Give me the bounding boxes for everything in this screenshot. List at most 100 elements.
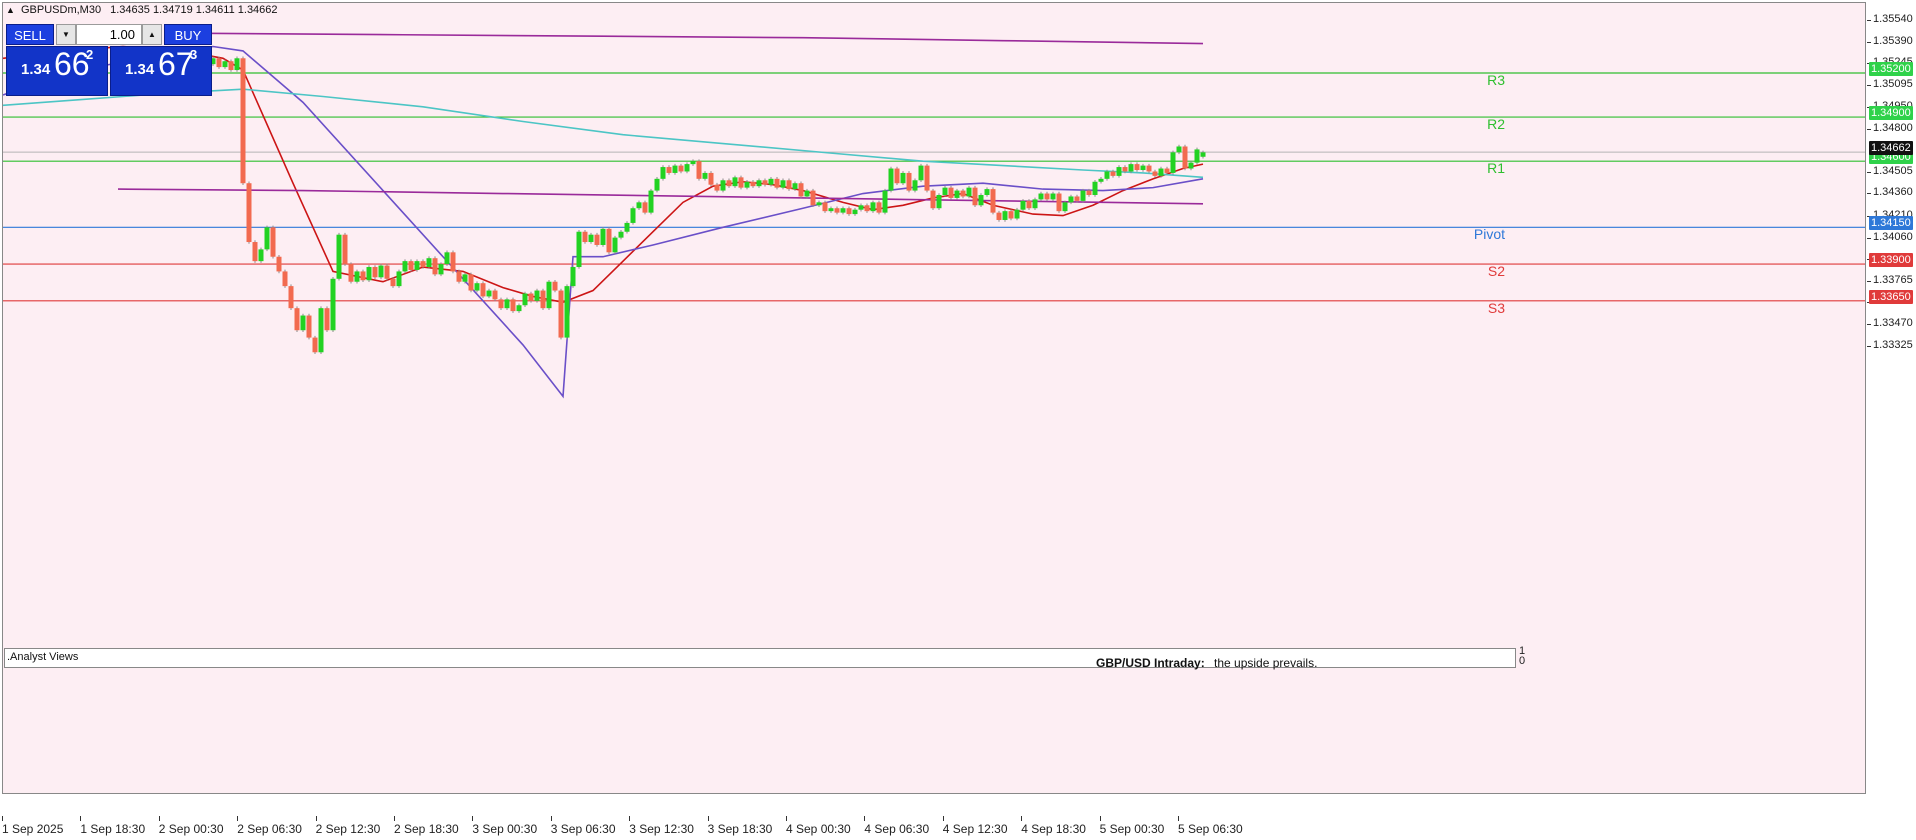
candle-body [882,190,888,213]
level-label-s2: S2 [1487,263,1505,280]
sell-quote[interactable]: 1.34 66 2 [6,46,108,96]
candle-body [930,190,936,209]
candle-body [1050,193,1056,200]
analyst-headline: GBP/USD Intraday: the upside prevails. [1096,656,1317,670]
candle-body [1008,211,1014,219]
ohlc-values: 1.34635 1.34719 1.34611 1.34662 [110,4,278,16]
chart-area[interactable] [2,2,1866,794]
candle-body [366,267,372,281]
candle-body [480,283,486,297]
candle-body [222,61,228,68]
candle-body [852,209,858,215]
candle-body [288,286,294,309]
candle-body [804,190,810,197]
candle-body [294,308,300,331]
level-price-box-r2: 1.34900 [1869,106,1913,121]
candle-body [570,267,576,287]
candle-body [1002,211,1008,220]
level-label-pivot: Pivot [1473,226,1505,243]
lot-increase-icon[interactable]: ▲ [142,24,162,45]
candle-body [642,202,648,213]
candle-body [966,187,972,197]
candle-body [672,165,678,173]
candle-body [990,189,996,213]
candle-body [696,161,702,179]
candle-body [228,61,234,71]
level-price-box-r3: 1.35200 [1869,61,1913,76]
candle-body [342,234,348,265]
candle-body [1104,171,1110,179]
candle-body [690,161,696,165]
candle-body [912,180,918,191]
sell-quote-fraction: 2 [86,47,94,62]
candle-body [384,265,390,279]
candle-body [354,271,360,282]
time-tick-label: 3 Sep 12:30 [629,816,694,836]
candle-body [276,256,282,272]
price-tick-label: 1.35390 [1867,35,1913,48]
candle-body [708,172,714,185]
price-tick-label: 1.33325 [1867,338,1913,351]
candle-body [918,165,924,181]
time-tick-label: 4 Sep 00:30 [786,816,851,836]
price-tick-label: 1.34360 [1867,186,1913,199]
candle-body [954,190,960,198]
candle-body [792,183,798,190]
candle-body [1080,190,1086,201]
candle-body [648,190,654,213]
candle-body [786,180,792,190]
candle-body [894,168,900,184]
candle-body [726,180,732,187]
candle-body [798,183,804,197]
candle-body [744,181,750,188]
lot-decrease-icon[interactable]: ▼ [56,24,76,45]
candle-body [774,178,780,188]
time-tick-label: 3 Sep 00:30 [472,816,538,836]
analyst-headline-title: GBP/USD Intraday: [1096,656,1205,670]
candle-body [834,208,840,213]
sell-quote-prefix: 1.34 [21,61,51,78]
candle-body [336,234,342,279]
candle-body [258,249,264,262]
price-tick-label: 1.35540 [1867,13,1913,25]
candle-body [1092,181,1098,195]
candle-body [630,208,636,223]
candle-body [576,231,582,268]
candle-body [1110,171,1116,176]
time-axis[interactable]: 1 Sep 2025 1 Sep 18:30 2 Sep 00:30 2 Sep 06… [0,796,1866,840]
candle-body [984,189,990,195]
time-tick-label: 4 Sep 12:30 [942,816,1008,836]
candle-body [876,202,882,213]
candle-body [564,286,570,338]
candle-body [660,167,666,179]
candle-body [1068,196,1074,203]
time-tick-label: 2 Sep 12:30 [315,816,381,836]
candle-body [1194,149,1200,163]
candle-body [1116,167,1122,176]
candle-body [768,178,774,185]
lot-size-input[interactable] [76,24,142,45]
candle-body [840,208,846,213]
buy-button[interactable]: BUY [164,24,212,45]
price-tick-label: 1.34060 [1867,230,1913,243]
moving-average-line [3,45,1204,399]
candle-body [714,184,720,191]
sell-quote-pips: 66 [54,46,90,82]
candle-body [330,278,336,331]
time-tick-label: 5 Sep 00:30 [1099,816,1165,836]
candle-body [438,264,444,275]
candle-body [324,308,330,331]
level-price-box-s3: 1.33650 [1869,289,1913,304]
time-tick-label: 1 Sep 2025 [2,816,64,836]
candle-body [816,202,822,206]
level-price-box-pivot: 1.34150 [1869,216,1913,231]
level-label-r2: R2 [1487,116,1505,133]
candle-body [924,165,930,191]
price-axis[interactable]: 1.355401.353901.352451.350951.349501.348… [1867,0,1916,840]
sell-button[interactable]: SELL [6,24,54,45]
candle-body [870,202,876,212]
candle-body [522,293,528,306]
buy-quote[interactable]: 1.34 67 3 [110,46,212,96]
collapse-triangle-icon[interactable]: ▲ [6,5,15,15]
time-tick-label: 3 Sep 06:30 [550,816,616,836]
